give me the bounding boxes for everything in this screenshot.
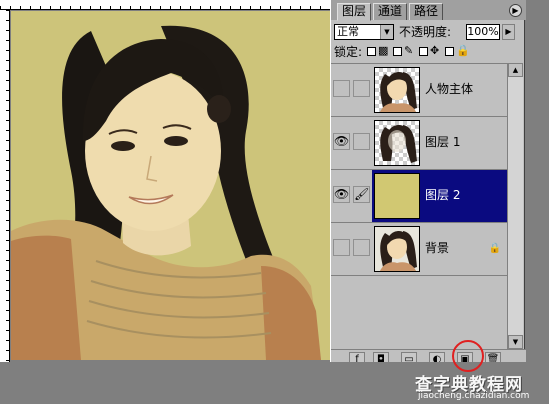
watermark: 查字典教程网 jiaocheng.chazidian.com — [415, 370, 549, 404]
move-icon: ✥ — [430, 44, 440, 57]
layer-name-area[interactable]: 图层 1 — [372, 117, 507, 169]
layer-name: 图层 1 — [425, 135, 461, 149]
photo-thumbnail-icon — [375, 227, 419, 271]
lock-label: 锁定: — [334, 45, 363, 59]
lock-icon: 🔒 — [456, 44, 470, 57]
portrait-photo — [11, 11, 330, 360]
layer-name-area[interactable]: 图层 2 — [372, 170, 507, 222]
blend-mode-select[interactable]: 正常 ▼ — [334, 24, 394, 40]
hair-thumbnail-icon — [380, 125, 417, 163]
layer-list: 人物主体 👁 图层 1 👁 🖌 图层 2 背景 🔒 — [331, 63, 507, 349]
tab-layers[interactable]: 图层 — [337, 3, 372, 21]
lock-transparency-checkbox[interactable] — [367, 47, 376, 56]
layer-name: 人物主体 — [425, 82, 474, 96]
document-window — [0, 0, 330, 362]
layer-link-toggle[interactable] — [353, 133, 370, 150]
scroll-down-icon[interactable]: ▼ — [508, 335, 523, 349]
watermark-subtitle: jiaocheng.chazidian.com — [418, 391, 530, 401]
eye-icon[interactable]: 👁 — [333, 186, 350, 203]
layer-link-toggle[interactable] — [353, 80, 370, 97]
lock-all-checkbox[interactable] — [445, 47, 454, 56]
opacity-input[interactable]: 100% — [466, 24, 500, 40]
eye-icon[interactable]: 👁 — [333, 133, 350, 150]
layer-thumbnail — [374, 226, 420, 272]
palette-tab-bar: 图层 通道 路径 ▶ — [331, 0, 526, 21]
layer-link-toggle[interactable] — [353, 239, 370, 256]
brush-icon: ✎ — [404, 44, 414, 57]
layer-name-area[interactable]: 背景 🔒 — [372, 223, 507, 275]
transparency-icon: ▩ — [378, 44, 389, 57]
palette-menu-button[interactable]: ▶ — [509, 4, 522, 17]
horizontal-ruler[interactable] — [0, 0, 330, 10]
layer-name: 图层 2 — [425, 188, 461, 202]
tab-paths[interactable]: 路径 — [409, 3, 444, 20]
visibility-toggle[interactable] — [333, 239, 350, 256]
vertical-ruler[interactable] — [0, 10, 10, 362]
brush-icon[interactable]: 🖌 — [353, 186, 370, 203]
layer-thumbnail — [374, 120, 420, 166]
blend-row: 正常 ▼ 不透明度: 100% ▶ — [331, 21, 526, 43]
lock-icon: 🔒 — [488, 243, 501, 254]
layer-row-layer-2[interactable]: 👁 🖌 图层 2 — [331, 170, 507, 223]
lock-pixels-checkbox[interactable] — [393, 47, 402, 56]
layer-list-scrollbar[interactable]: ▲ ▼ — [507, 63, 523, 349]
tab-channels[interactable]: 通道 — [373, 3, 408, 20]
image-canvas[interactable] — [11, 11, 330, 360]
layer-row-background[interactable]: 背景 🔒 — [331, 223, 507, 276]
lock-position-checkbox[interactable] — [419, 47, 428, 56]
lock-row: 锁定: ▩ ✎ ✥ 🔒 — [331, 43, 526, 61]
highlight-circle — [452, 340, 484, 372]
opacity-label: 不透明度: — [399, 25, 452, 39]
chevron-down-icon: ▼ — [380, 25, 393, 39]
palette-menu-arrow-icon: ▶ — [512, 6, 519, 15]
layer-thumbnail — [374, 173, 420, 219]
opacity-slider-arrow-icon[interactable]: ▶ — [502, 24, 515, 40]
layer-name-area[interactable]: 人物主体 — [372, 64, 507, 116]
scroll-up-icon[interactable]: ▲ — [508, 63, 523, 77]
layer-row-person[interactable]: 人物主体 — [331, 64, 507, 117]
visibility-toggle[interactable] — [333, 80, 350, 97]
layers-palette: 图层 通道 路径 ▶ 正常 ▼ 不透明度: 100% ▶ 锁定: ▩ ✎ ✥ 🔒 — [330, 0, 526, 368]
layer-thumbnail — [374, 67, 420, 113]
person-thumbnail-icon — [379, 72, 417, 112]
layer-name: 背景 — [425, 241, 450, 255]
blend-mode-value: 正常 — [337, 25, 359, 38]
layer-row-layer-1[interactable]: 👁 图层 1 — [331, 117, 507, 170]
